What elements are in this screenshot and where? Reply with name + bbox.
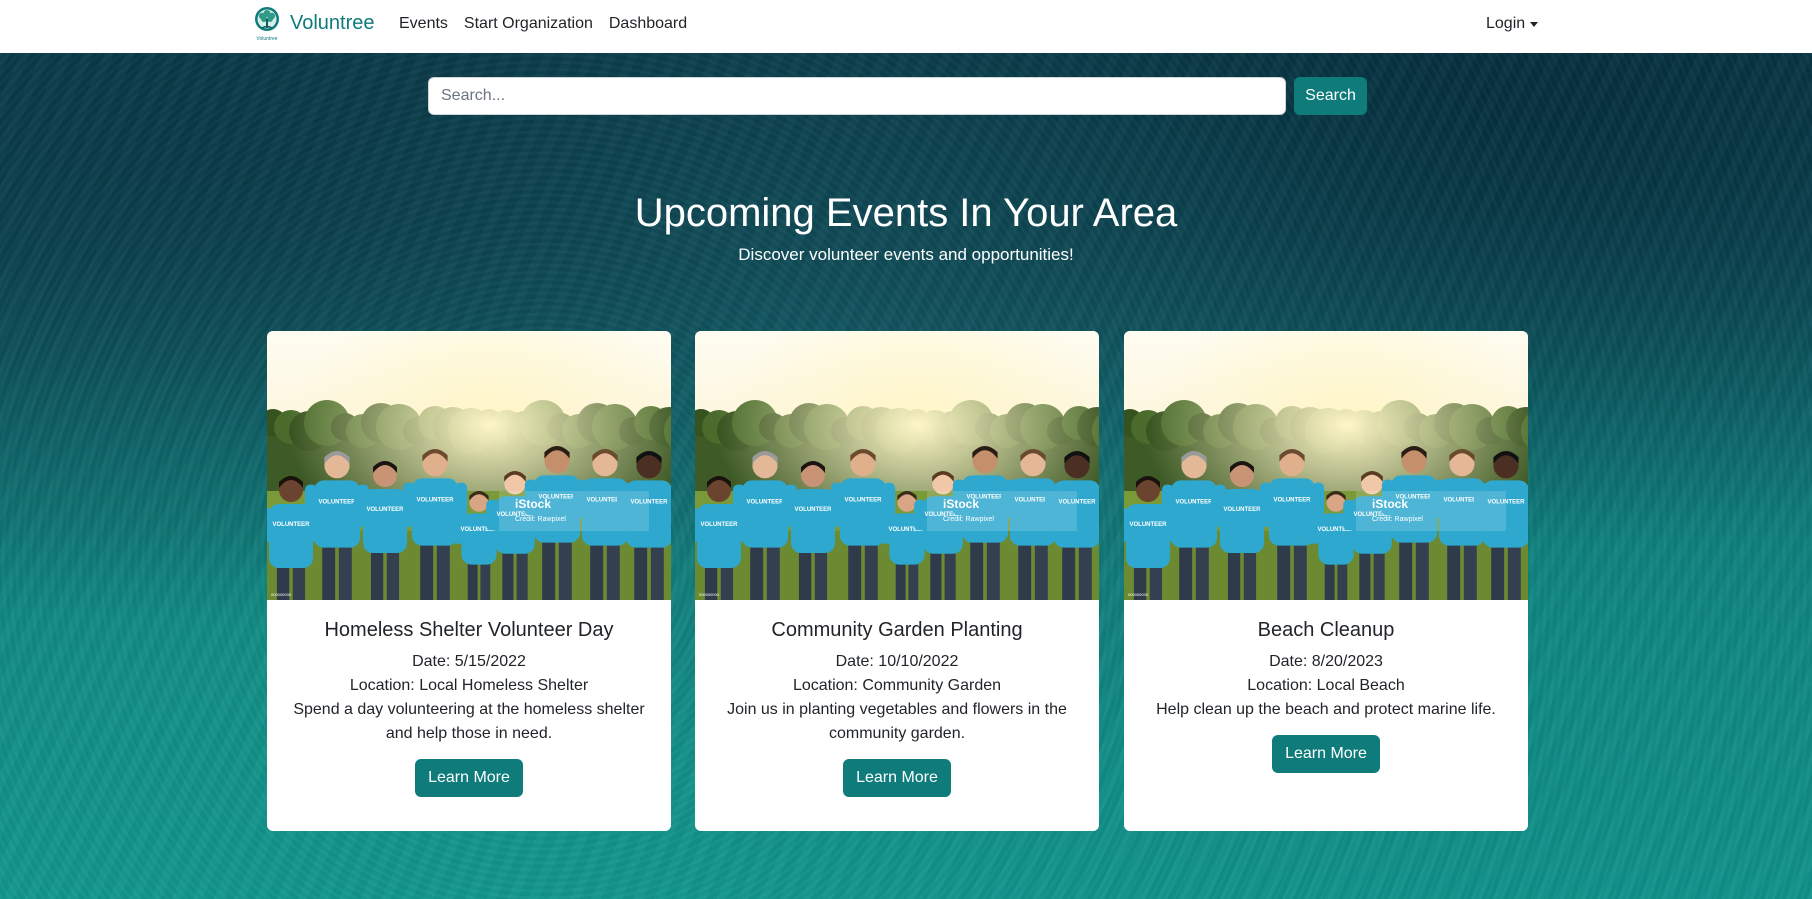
search-button[interactable]: Search xyxy=(1294,77,1367,115)
event-date: Date: 5/15/2022 xyxy=(412,653,526,670)
event-location: Location: Local Homeless Shelter xyxy=(349,677,589,694)
volunteers-photo: VOLUNTEER VOLUNTEER VOLUNTEER VOLUNTEER VOLU… xyxy=(267,331,671,600)
istock-watermark: iStock xyxy=(515,497,551,511)
card-body: Beach Cleanup Date: 8/20/2023 Location: … xyxy=(1124,600,1528,773)
event-description: Join us in planting vegetables and flowe… xyxy=(727,701,1067,742)
shirt-label: VOLUNTEER xyxy=(844,498,882,504)
event-description: Help clean up the beach and protect mari… xyxy=(1156,701,1496,718)
shirt-label: VOLUNTEER xyxy=(1129,522,1167,528)
event-title: Community Garden Planting xyxy=(771,619,1023,641)
istock-watermark: iStock xyxy=(1372,497,1408,511)
event-title: Beach Cleanup xyxy=(1257,619,1395,641)
event-card: VOLUNTEER VOLUNTEER VOLUNTEER VOLUNTEER VOLU… xyxy=(695,331,1099,831)
tree-logo-icon: Voluntree xyxy=(252,6,282,42)
event-description: Spend a day volunteering at the homeless… xyxy=(293,701,645,742)
shirt-label: VOLUNTEER xyxy=(416,498,454,504)
shirt-label: VOLUNTEER xyxy=(1223,507,1261,513)
card-body: Homeless Shelter Volunteer Day Date: 5/1… xyxy=(267,600,671,797)
shirt-label: VOLUNTEER xyxy=(1175,500,1213,506)
volunteers-photo-graphic: VOLUNTEERVOLUNTEERVOLUNTEERVOLUNTEERVOLU… xyxy=(267,331,671,600)
volunteers-photo-graphic: VOLUNTEERVOLUNTEERVOLUNTEERVOLUNTEERVOLU… xyxy=(1124,331,1528,600)
nav-link-events[interactable]: Events xyxy=(399,14,448,34)
login-dropdown[interactable]: Login xyxy=(1486,14,1539,34)
login-label: Login xyxy=(1486,15,1526,32)
volunteers-photo: VOLUNTEER VOLUNTEER VOLUNTEER VOLUNTEER VOLU… xyxy=(1124,331,1528,600)
shirt-label: VOLUNTEER xyxy=(366,507,404,513)
event-card: VOLUNTEER VOLUNTEER VOLUNTEER VOLUNTEER VOLU… xyxy=(1124,331,1528,831)
shirt-label: VOLUNTEER xyxy=(318,500,356,506)
card-body: Community Garden Planting Date: 10/10/20… xyxy=(695,600,1099,797)
caret-down-icon xyxy=(1530,21,1539,27)
main-nav: Events Start Organization Dashboard xyxy=(399,14,687,34)
brand-name: Voluntree xyxy=(290,12,375,34)
event-location: Location: Local Beach xyxy=(1247,677,1405,694)
nav-link-start-organization[interactable]: Start Organization xyxy=(464,14,593,34)
shirt-label: VOLUNTEER xyxy=(1273,498,1311,504)
stock-id: 000000000 xyxy=(699,592,720,597)
volunteers-photo: VOLUNTEER VOLUNTEER VOLUNTEER VOLUNTEER VOLU… xyxy=(695,331,1099,600)
learn-more-button[interactable]: Learn More xyxy=(1272,735,1380,773)
page-title: Upcoming Events In Your Area xyxy=(634,191,1178,235)
brand-link[interactable]: Voluntree Voluntree xyxy=(252,6,375,42)
event-location: Location: Community Garden xyxy=(792,677,1002,694)
event-date: Date: 8/20/2023 xyxy=(1269,653,1383,670)
event-card: VOLUNTEER VOLUNTEER VOLUNTEER VOLUNTEER VOLU… xyxy=(267,331,671,831)
event-date: Date: 10/10/2022 xyxy=(835,653,959,670)
shirt-label: VOLUNTEER xyxy=(794,507,832,513)
stock-id: 000000000 xyxy=(1128,592,1149,597)
istock-watermark: iStock xyxy=(943,497,979,511)
istock-credit: Credit: Rawpixel xyxy=(943,516,994,523)
shirt-label: VOLUNTEER xyxy=(746,500,784,506)
event-title: Homeless Shelter Volunteer Day xyxy=(324,619,614,641)
shirt-label: VOLUNTEER xyxy=(272,522,310,528)
search-input[interactable] xyxy=(428,77,1286,115)
nav-link-dashboard[interactable]: Dashboard xyxy=(609,14,687,34)
istock-credit: Credit: Rawpixel xyxy=(515,516,566,523)
stock-id: 000000000 xyxy=(271,592,292,597)
page-subtitle: Discover volunteer events and opportunit… xyxy=(738,245,1074,264)
logo-caption: Voluntree xyxy=(256,36,277,42)
learn-more-button[interactable]: Learn More xyxy=(415,759,523,797)
shirt-label: VOLUNTEER xyxy=(700,522,738,528)
volunteers-photo-graphic: VOLUNTEERVOLUNTEERVOLUNTEERVOLUNTEERVOLU… xyxy=(695,331,1099,600)
istock-credit: Credit: Rawpixel xyxy=(1372,516,1423,523)
learn-more-button[interactable]: Learn More xyxy=(843,759,951,797)
top-navbar: Voluntree Voluntree Events Start Organiz… xyxy=(0,0,1812,53)
